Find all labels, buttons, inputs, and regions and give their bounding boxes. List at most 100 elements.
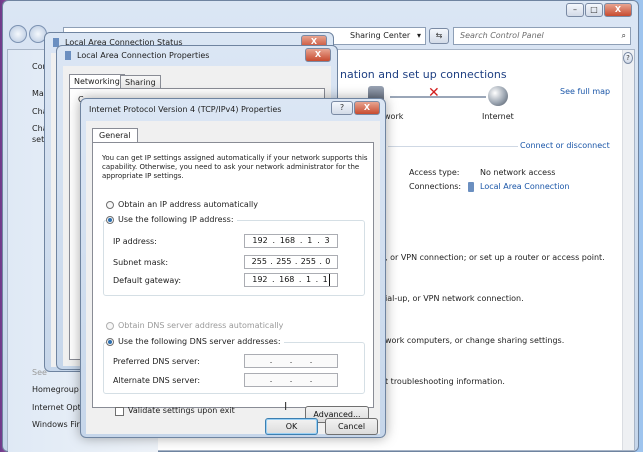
access-type-value: No network access	[480, 168, 556, 177]
maximize-button[interactable]: □	[585, 3, 603, 17]
obtain-dns-auto-radio[interactable]: Obtain DNS server address automatically	[106, 321, 283, 331]
window-controls: – □ X	[566, 3, 632, 17]
ip-octet-2: 168	[279, 236, 296, 245]
ip-octet-1: 192	[252, 236, 268, 245]
obtain-ip-auto-label: Obtain an IP address automatically	[118, 200, 259, 209]
ip-dot: .	[299, 236, 303, 245]
ip-address-field[interactable]: 192. 168. 1. 3	[244, 234, 338, 248]
dns-dot: .	[269, 375, 273, 384]
back-button[interactable]	[9, 25, 27, 43]
homegroup-link[interactable]: Homegroup	[32, 385, 79, 395]
tab-networking[interactable]: Networking	[69, 74, 125, 89]
ip-octet-4: 3	[324, 236, 330, 245]
description-text: You can get IP settings assigned automat…	[102, 154, 368, 180]
windows-firewall-link[interactable]: Windows Fire	[32, 420, 85, 430]
address-dropdown-icon[interactable]: ▾	[417, 31, 421, 41]
general-tab-panel: You can get IP settings assigned automat…	[92, 142, 374, 423]
gateway-dot: .	[315, 275, 319, 284]
alternate-dns-field[interactable]: . . .	[244, 373, 338, 387]
subnet-mask-label: Subnet mask:	[113, 258, 169, 267]
dns-dot: .	[269, 356, 273, 365]
properties-title-icon	[65, 51, 71, 60]
properties-close-button[interactable]: X	[305, 48, 331, 62]
validate-checkbox[interactable]: Validate settings upon exit	[115, 406, 235, 416]
tab-general[interactable]: General	[92, 128, 138, 143]
dns-dot: .	[309, 356, 313, 365]
close-button[interactable]: X	[604, 3, 632, 17]
local-area-connection-link[interactable]: Local Area Connection	[480, 182, 570, 192]
subnet-octet-2: 255	[276, 257, 292, 266]
gateway-dot: .	[272, 275, 275, 284]
access-type-label: Access type:	[409, 168, 460, 177]
obtain-ip-auto-radio[interactable]: Obtain an IP address automatically	[106, 200, 258, 210]
disconnected-x-icon: ✕	[428, 85, 440, 101]
task-item-1[interactable]: ial-up, or VPN network connection.	[385, 294, 524, 304]
refresh-icon[interactable]: ⇆	[429, 28, 449, 44]
obtain-dns-auto-radio-button[interactable]	[106, 322, 114, 330]
gateway-octet-4: 1	[322, 274, 330, 286]
use-following-dns-radio-button[interactable]	[106, 338, 114, 346]
ipv4-body: General You can get IP settings assigned…	[86, 121, 380, 435]
obtain-dns-auto-label: Obtain DNS server address automatically	[118, 321, 284, 330]
dns-dot: .	[309, 375, 313, 384]
ip-dot: .	[317, 236, 320, 245]
subnet-dot: .	[319, 257, 322, 266]
use-following-ip-radio[interactable]: Use the following IP address:	[106, 215, 237, 225]
subnet-dot: .	[294, 257, 298, 266]
subnet-dot: .	[270, 257, 273, 266]
preferred-dns-label: Preferred DNS server:	[113, 357, 200, 366]
task-item-0[interactable]: , or VPN connection; or set up a router …	[385, 253, 605, 263]
ipv4-close-button[interactable]: X	[354, 101, 380, 115]
use-following-ip-label: Use the following IP address:	[118, 215, 234, 224]
connection-network-icon	[468, 182, 474, 192]
ip-address-label: IP address:	[113, 237, 157, 246]
left-nav-item-1[interactable]: Ma	[32, 89, 44, 99]
globe-icon	[488, 86, 508, 106]
gateway-octet-3: 1	[305, 275, 312, 284]
help-icon[interactable]: ?	[623, 52, 633, 64]
gateway-octet-1: 192	[252, 275, 268, 284]
ipv4-dialog-title: Internet Protocol Version 4 (TCP/IPv4) P…	[89, 105, 282, 114]
use-following-dns-radio[interactable]: Use the following DNS server addresses:	[106, 337, 284, 347]
preferred-dns-field[interactable]: . . .	[244, 354, 338, 368]
search-input[interactable]: Search Control Panel ⌕	[453, 27, 631, 45]
ok-button[interactable]: OK	[265, 418, 318, 435]
dns-dot: .	[289, 375, 293, 384]
use-following-dns-label: Use the following DNS server addresses:	[118, 337, 281, 346]
subnet-mask-field[interactable]: 255. 255. 255. 0	[244, 255, 338, 269]
subnet-octet-4: 0	[325, 257, 331, 266]
task-item-3[interactable]: t troubleshooting information.	[385, 377, 505, 387]
see-full-map-link[interactable]: See full map	[560, 87, 610, 97]
back-forward-buttons	[9, 25, 47, 43]
gateway-dot: .	[298, 275, 302, 284]
mouse-cursor-icon: I	[284, 400, 288, 413]
ip-octet-3: 1	[307, 236, 313, 245]
ipv4-dialog: Internet Protocol Version 4 (TCP/IPv4) P…	[80, 98, 386, 438]
scrollbar[interactable]	[622, 50, 634, 450]
dns-dot: .	[289, 356, 293, 365]
obtain-ip-auto-radio-button[interactable]	[106, 201, 114, 209]
map-label-network: work	[384, 112, 404, 121]
section-divider	[388, 146, 518, 147]
page-heading: nation and set up connections	[340, 68, 507, 81]
cancel-button[interactable]: Cancel	[325, 418, 378, 435]
validate-checkbox-box[interactable]	[115, 406, 124, 416]
subnet-octet-3: 255	[300, 257, 316, 266]
connections-label: Connections:	[409, 182, 462, 191]
subnet-octet-1: 255	[251, 257, 267, 266]
use-following-ip-radio-button[interactable]	[106, 216, 114, 224]
default-gateway-label: Default gateway:	[113, 276, 182, 285]
default-gateway-field[interactable]: 192. 168. 1. 1	[244, 273, 338, 287]
task-item-2[interactable]: work computers, or change sharing settin…	[385, 336, 564, 346]
ip-dot: .	[272, 236, 276, 245]
gateway-octet-2: 168	[279, 275, 295, 284]
search-icon[interactable]: ⌕	[622, 31, 626, 41]
validate-label: Validate settings upon exit	[128, 406, 235, 415]
help-button[interactable]: ?	[331, 101, 353, 115]
search-placeholder: Search Control Panel	[460, 31, 544, 40]
address-text: Sharing Center	[350, 31, 411, 40]
minimize-button[interactable]: –	[566, 3, 584, 17]
connect-or-disconnect-link[interactable]: Connect or disconnect	[520, 141, 610, 151]
properties-window-title: Local Area Connection Properties	[77, 51, 210, 60]
map-label-internet: Internet	[482, 112, 514, 121]
